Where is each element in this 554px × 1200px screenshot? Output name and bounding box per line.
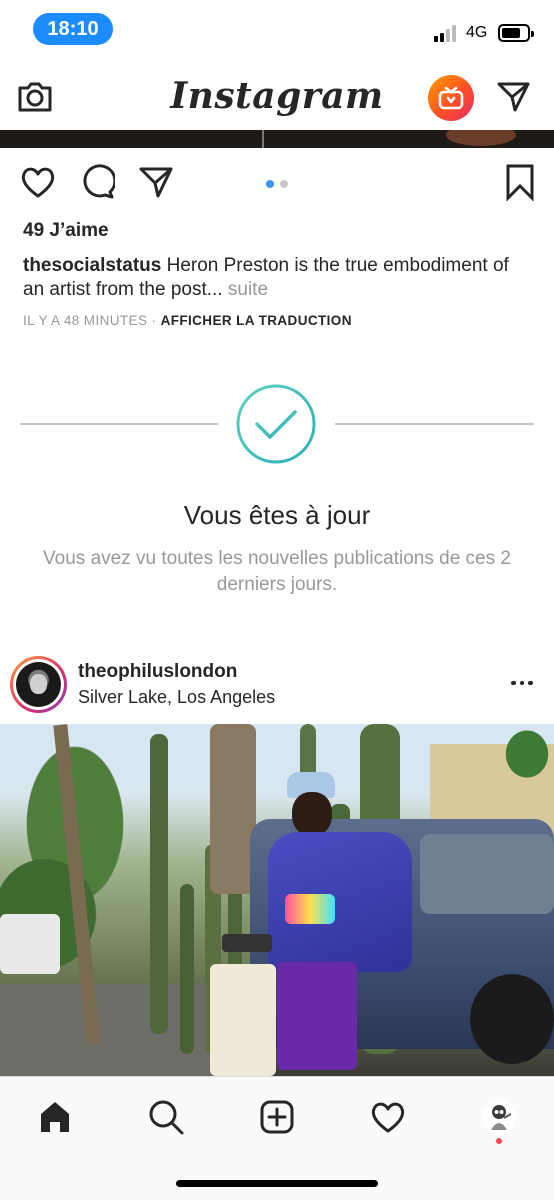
post-username[interactable]: theophiluslondon (78, 661, 237, 683)
instagram-logo: Instagram (170, 75, 384, 117)
post-timestamp: IL Y A 48 MINUTES (23, 313, 148, 328)
caption-ellipsis: ... (206, 279, 228, 300)
carousel-dot-active (266, 180, 274, 188)
carousel-dot (280, 180, 288, 188)
igtv-icon[interactable] (428, 75, 474, 121)
cellular-signal-icon (434, 24, 460, 42)
search-icon[interactable] (144, 1095, 188, 1139)
direct-message-icon[interactable] (492, 75, 534, 117)
previous-post-image (0, 130, 554, 148)
caption-more-link[interactable]: suite (228, 279, 268, 300)
send-icon[interactable] (138, 164, 174, 200)
likes-count[interactable]: 49 J’aime (23, 220, 109, 242)
caught-up-subtitle: Vous avez vu toutes les nouvelles public… (43, 548, 511, 595)
divider-right (335, 423, 534, 425)
network-type: 4G (466, 24, 488, 41)
profile-avatar[interactable] (482, 1100, 516, 1134)
carousel-indicator (266, 180, 288, 188)
bookmark-icon[interactable] (502, 164, 538, 201)
post-location[interactable]: Silver Lake, Los Angeles (78, 687, 275, 708)
notification-dot (496, 1138, 502, 1144)
more-dots-icon[interactable] (506, 672, 538, 694)
home-icon[interactable] (33, 1095, 77, 1139)
add-post-icon[interactable] (255, 1095, 299, 1139)
battery-icon (498, 24, 534, 42)
post-photo[interactable] (0, 724, 554, 1076)
comment-icon[interactable] (79, 164, 115, 200)
divider-left (20, 423, 218, 425)
camera-icon[interactable] (14, 75, 56, 117)
status-bar: 18:10 4G (0, 0, 554, 62)
heart-icon[interactable] (20, 164, 56, 200)
post-actions (0, 164, 554, 204)
story-ring[interactable] (10, 656, 67, 713)
top-nav: Instagram (0, 62, 554, 130)
status-time[interactable]: 18:10 (33, 13, 113, 45)
checkmark-icon (235, 383, 317, 465)
home-indicator[interactable] (176, 1180, 378, 1187)
post-caption: thesocialstatus Heron Preston is the tru… (23, 254, 533, 302)
profile-tab[interactable] (477, 1095, 521, 1139)
post-header: theophiluslondon Silver Lake, Los Angele… (0, 654, 554, 714)
meta-separator: · (147, 313, 161, 328)
avatar[interactable] (16, 662, 61, 707)
post-meta: IL Y A 48 MINUTES · AFFICHER LA TRADUCTI… (23, 313, 352, 328)
caught-up-title: Vous êtes à jour (183, 500, 371, 530)
translate-link[interactable]: AFFICHER LA TRADUCTION (161, 313, 352, 328)
activity-heart-icon[interactable] (366, 1095, 410, 1139)
caption-username[interactable]: thesocialstatus (23, 255, 161, 276)
